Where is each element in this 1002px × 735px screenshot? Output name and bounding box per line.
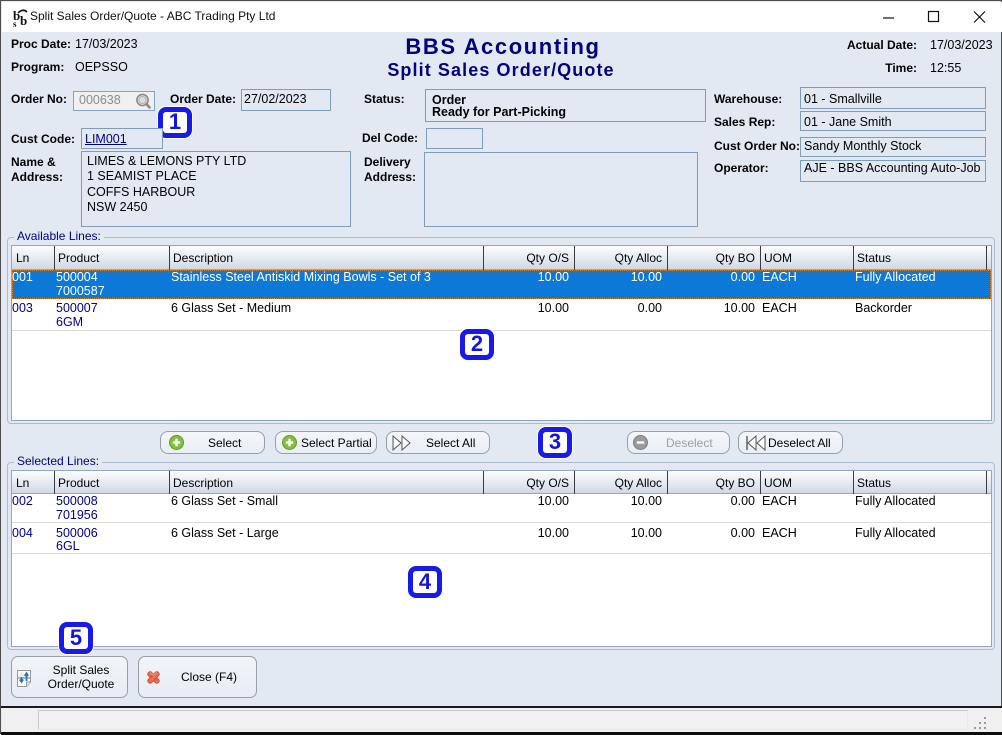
svg-text:b: b <box>20 13 27 28</box>
svg-text:s: s <box>13 19 17 28</box>
